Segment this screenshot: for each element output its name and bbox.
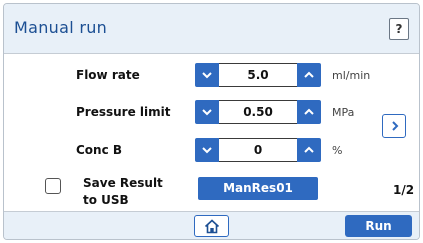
title-bar: Manual run ?: [4, 4, 419, 54]
chevron-up-icon: [304, 108, 314, 115]
next-page-button[interactable]: [382, 114, 406, 138]
conc-b-unit: %: [332, 144, 343, 157]
flow-rate-unit: ml/min: [332, 69, 371, 82]
pressure-limit-value[interactable]: 0.50: [219, 100, 297, 124]
result-name-button[interactable]: ManRes01: [198, 177, 318, 200]
pressure-limit-unit: MPa: [332, 106, 355, 119]
save-to-usb-label-line2: to USB: [83, 193, 129, 207]
flow-rate-label: Flow rate: [76, 68, 140, 82]
page-title: Manual run: [14, 18, 108, 37]
chevron-down-icon: [202, 72, 212, 79]
conc-b-value[interactable]: 0: [219, 138, 297, 162]
pressure-limit-label: Pressure limit: [76, 105, 171, 119]
flow-rate-increase-button[interactable]: [297, 63, 321, 87]
flow-rate-stepper: 5.0: [195, 63, 321, 87]
pressure-limit-decrease-button[interactable]: [195, 100, 219, 124]
conc-b-increase-button[interactable]: [297, 138, 321, 162]
run-button[interactable]: Run: [345, 215, 412, 237]
pressure-limit-stepper: 0.50: [195, 100, 321, 124]
chevron-right-icon: [392, 121, 399, 131]
save-to-usb-checkbox[interactable]: [45, 178, 61, 194]
conc-b-stepper: 0: [195, 138, 321, 162]
chevron-up-icon: [304, 146, 314, 153]
page-indicator: 1/2: [393, 183, 415, 197]
chevron-down-icon: [202, 109, 212, 116]
conc-b-decrease-button[interactable]: [195, 138, 219, 162]
home-icon: [204, 219, 220, 234]
flow-rate-decrease-button[interactable]: [195, 63, 219, 87]
save-to-usb-label: Save Result to USB: [83, 175, 163, 209]
pressure-limit-increase-button[interactable]: [297, 100, 321, 124]
save-to-usb-label-line1: Save Result: [83, 176, 163, 190]
chevron-up-icon: [304, 71, 314, 78]
footer-bar: Run: [4, 211, 419, 239]
help-button[interactable]: ?: [389, 18, 409, 40]
chevron-down-icon: [202, 147, 212, 154]
flow-rate-value[interactable]: 5.0: [219, 63, 297, 87]
home-button[interactable]: [194, 215, 229, 237]
manual-run-panel: Manual run ? Flow rate 5.0 ml/min Pressu…: [3, 3, 420, 240]
conc-b-label: Conc B: [76, 143, 123, 157]
